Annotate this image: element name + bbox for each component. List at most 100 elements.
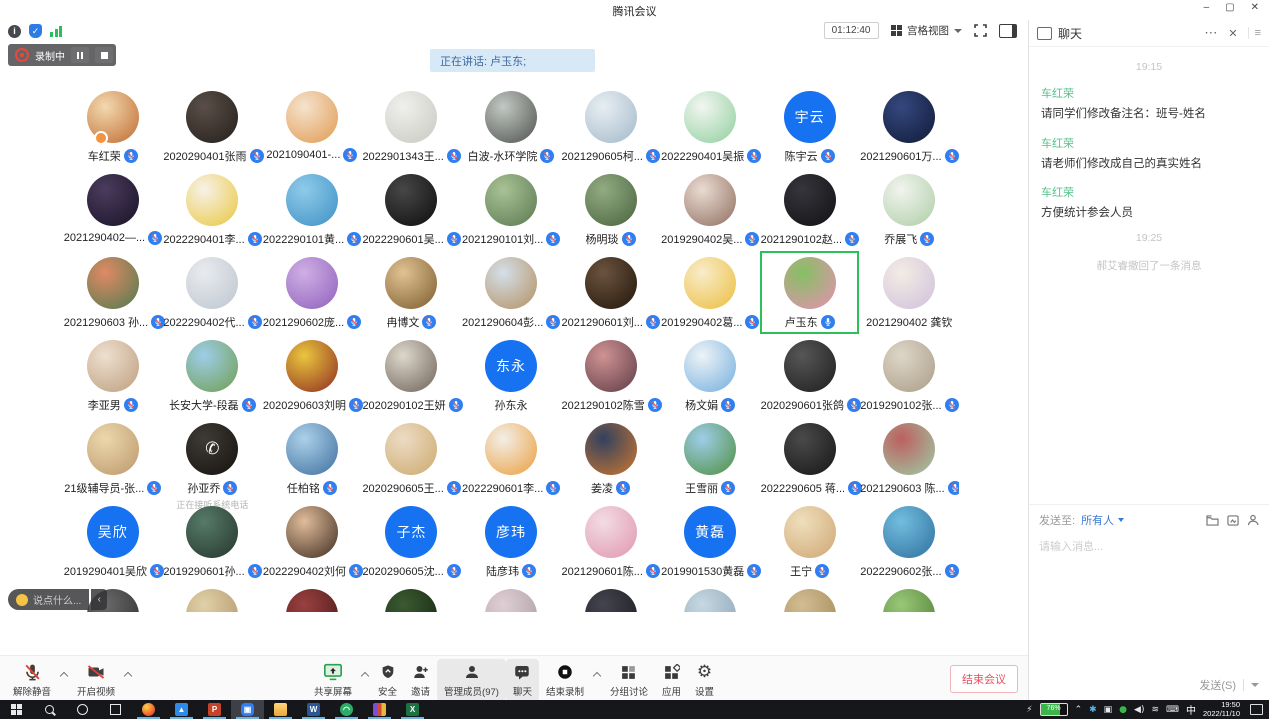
- excel-icon[interactable]: X: [396, 700, 429, 719]
- participant-tile[interactable]: 2021290102赵...: [760, 168, 860, 251]
- participant-tile[interactable]: 东永孙东永: [461, 334, 561, 417]
- participant-tile[interactable]: 车红荣: [63, 85, 163, 168]
- participant-tile[interactable]: 2019290402葛...: [660, 251, 760, 334]
- tray-chevron-icon[interactable]: ⌃: [1075, 705, 1083, 715]
- chat-message-list[interactable]: 19:15车红荣请同学们修改备注名：班号-姓名车红荣请老师们修改成自己的真实姓名…: [1029, 47, 1269, 504]
- participant-tile[interactable]: 杨明琰: [561, 168, 661, 251]
- participant-tile[interactable]: 王雪丽: [660, 417, 760, 500]
- cortana-icon[interactable]: [66, 700, 99, 719]
- participant-tile[interactable]: [859, 583, 959, 612]
- tray-app-icon[interactable]: ✱: [1089, 705, 1097, 715]
- taskbar-clock[interactable]: 19:50 2022/11/10: [1203, 701, 1240, 718]
- participant-tile[interactable]: 2022290602张...: [859, 500, 959, 583]
- battery-indicator[interactable]: 76%: [1040, 703, 1068, 716]
- apps-button[interactable]: 应用: [655, 659, 688, 701]
- network-icon[interactable]: ≋: [1151, 705, 1159, 715]
- participant-tile[interactable]: 2019290402吴...: [660, 168, 760, 251]
- participant-tile[interactable]: 卢玉东: [760, 251, 860, 334]
- participant-tile[interactable]: 白波-水环学院: [461, 85, 561, 168]
- chat-more-icon[interactable]: ⋯: [1204, 25, 1218, 41]
- participant-tile[interactable]: 姜凌: [561, 417, 661, 500]
- send-button[interactable]: 发送(S): [1199, 677, 1236, 693]
- pause-recording-button[interactable]: [71, 47, 89, 63]
- start-video-button[interactable]: 开启视频: [70, 659, 122, 701]
- end-meeting-button[interactable]: 结束会议: [950, 665, 1018, 693]
- display-icon[interactable]: ▣: [1104, 705, 1113, 715]
- participant-tile[interactable]: 长安大学-段磊: [163, 334, 263, 417]
- stop-recording-button[interactable]: [95, 47, 113, 63]
- word-icon[interactable]: W: [297, 700, 330, 719]
- participant-tile[interactable]: 2022290101黄...: [262, 168, 362, 251]
- participant-tile[interactable]: 2021290601刘...: [561, 251, 661, 334]
- participant-tile[interactable]: 2022290601吴...: [362, 168, 462, 251]
- participant-tile[interactable]: 子杰2020290605沈...: [362, 500, 462, 583]
- tencent-meeting-icon[interactable]: ▣: [231, 700, 264, 719]
- record-options-chevron[interactable]: [591, 664, 603, 684]
- manage-members-button[interactable]: 管理成员(97): [437, 659, 506, 701]
- settings-button[interactable]: ⚙ 设置: [688, 659, 721, 701]
- quick-reaction-bar[interactable]: 说点什么... ‹: [8, 589, 107, 610]
- invite-button[interactable]: 邀请: [404, 659, 437, 701]
- share-screen-button[interactable]: 共享屏幕: [307, 659, 359, 701]
- participant-tile[interactable]: [461, 583, 561, 612]
- mention-person-icon[interactable]: [1247, 514, 1259, 526]
- participant-tile[interactable]: 杨文娟: [660, 334, 760, 417]
- keyboard-icon[interactable]: ⌨: [1166, 705, 1179, 715]
- participant-tile[interactable]: 2022290605 蒋...: [760, 417, 860, 500]
- participant-tile[interactable]: 2021090401-...: [262, 85, 362, 168]
- participant-tile[interactable]: [163, 583, 263, 612]
- send-options-chevron[interactable]: [1251, 683, 1259, 687]
- participant-tile[interactable]: 2019290102张...: [859, 334, 959, 417]
- wechat-icon[interactable]: ◠: [330, 700, 363, 719]
- audio-options-chevron[interactable]: [58, 664, 70, 684]
- side-panel-toggle-icon[interactable]: [999, 24, 1017, 38]
- participant-tile[interactable]: 2021290603 孙...: [63, 251, 163, 334]
- fullscreen-icon[interactable]: [974, 24, 987, 37]
- participant-tile[interactable]: 吴欣2019290401吴欣: [63, 500, 163, 583]
- meeting-info-icon[interactable]: i: [8, 25, 21, 38]
- participant-tile[interactable]: 黄磊2019901530黄磊: [660, 500, 760, 583]
- participant-tile[interactable]: 2020290605王...: [362, 417, 462, 500]
- stop-record-button[interactable]: 结束录制: [539, 659, 591, 701]
- participant-tile[interactable]: 任柏铭: [262, 417, 362, 500]
- maximize-button[interactable]: ▢: [1225, 2, 1234, 13]
- unmute-button[interactable]: 解除静音: [6, 659, 58, 701]
- breakout-rooms-button[interactable]: 分组讨论: [603, 659, 655, 701]
- participant-tile[interactable]: 冉博文: [362, 251, 462, 334]
- powerpoint-icon[interactable]: P: [198, 700, 231, 719]
- participant-tile[interactable]: 2022290401李...: [163, 168, 263, 251]
- quick-message-placeholder[interactable]: 说点什么...: [33, 592, 81, 607]
- participant-tile[interactable]: 2022290401吴振: [660, 85, 760, 168]
- green-status-icon[interactable]: ●: [1119, 705, 1127, 715]
- collapse-arrow-icon[interactable]: ‹: [91, 589, 107, 610]
- participant-tile[interactable]: ✆孙亚乔正在接听系统电话: [163, 417, 263, 500]
- participant-tile[interactable]: [660, 583, 760, 612]
- screenshot-icon[interactable]: [1227, 515, 1239, 526]
- participant-tile[interactable]: 2021290102陈雪: [561, 334, 661, 417]
- participant-tile[interactable]: 王宁: [760, 500, 860, 583]
- participant-tile[interactable]: [561, 583, 661, 612]
- meeting-security-shield-icon[interactable]: ✓: [29, 24, 42, 38]
- participant-tile[interactable]: 2021290402 龚钦: [859, 251, 959, 334]
- participant-tile[interactable]: 2022290402刘何: [262, 500, 362, 583]
- participant-tile[interactable]: 2020290401张雨: [163, 85, 263, 168]
- participant-tile[interactable]: 2021290601陈...: [561, 500, 661, 583]
- task-view-icon[interactable]: [99, 700, 132, 719]
- winrar-icon[interactable]: [363, 700, 396, 719]
- participant-tile[interactable]: 2020290603刘明: [262, 334, 362, 417]
- video-options-chevron[interactable]: [122, 664, 134, 684]
- participant-tile[interactable]: 2021290603 陈...: [859, 417, 959, 500]
- emoji-icon[interactable]: [16, 594, 28, 606]
- security-button[interactable]: 安全: [371, 659, 404, 701]
- view-mode-selector[interactable]: 宫格视图: [891, 23, 963, 38]
- participant-tile[interactable]: 乔展飞: [859, 168, 959, 251]
- participant-tile[interactable]: 21级辅导员-张...: [63, 417, 163, 500]
- chat-input[interactable]: 请输入消息...: [1039, 538, 1259, 554]
- docs-app-icon[interactable]: ▲: [165, 700, 198, 719]
- participant-tile[interactable]: 2021290402—...: [63, 168, 163, 251]
- notification-center-icon[interactable]: [1250, 704, 1263, 715]
- participant-tile[interactable]: 2020290102王妍: [362, 334, 462, 417]
- participant-tile[interactable]: 2022290402代...: [163, 251, 263, 334]
- participant-tile[interactable]: [362, 583, 462, 612]
- file-attach-icon[interactable]: [1206, 515, 1219, 526]
